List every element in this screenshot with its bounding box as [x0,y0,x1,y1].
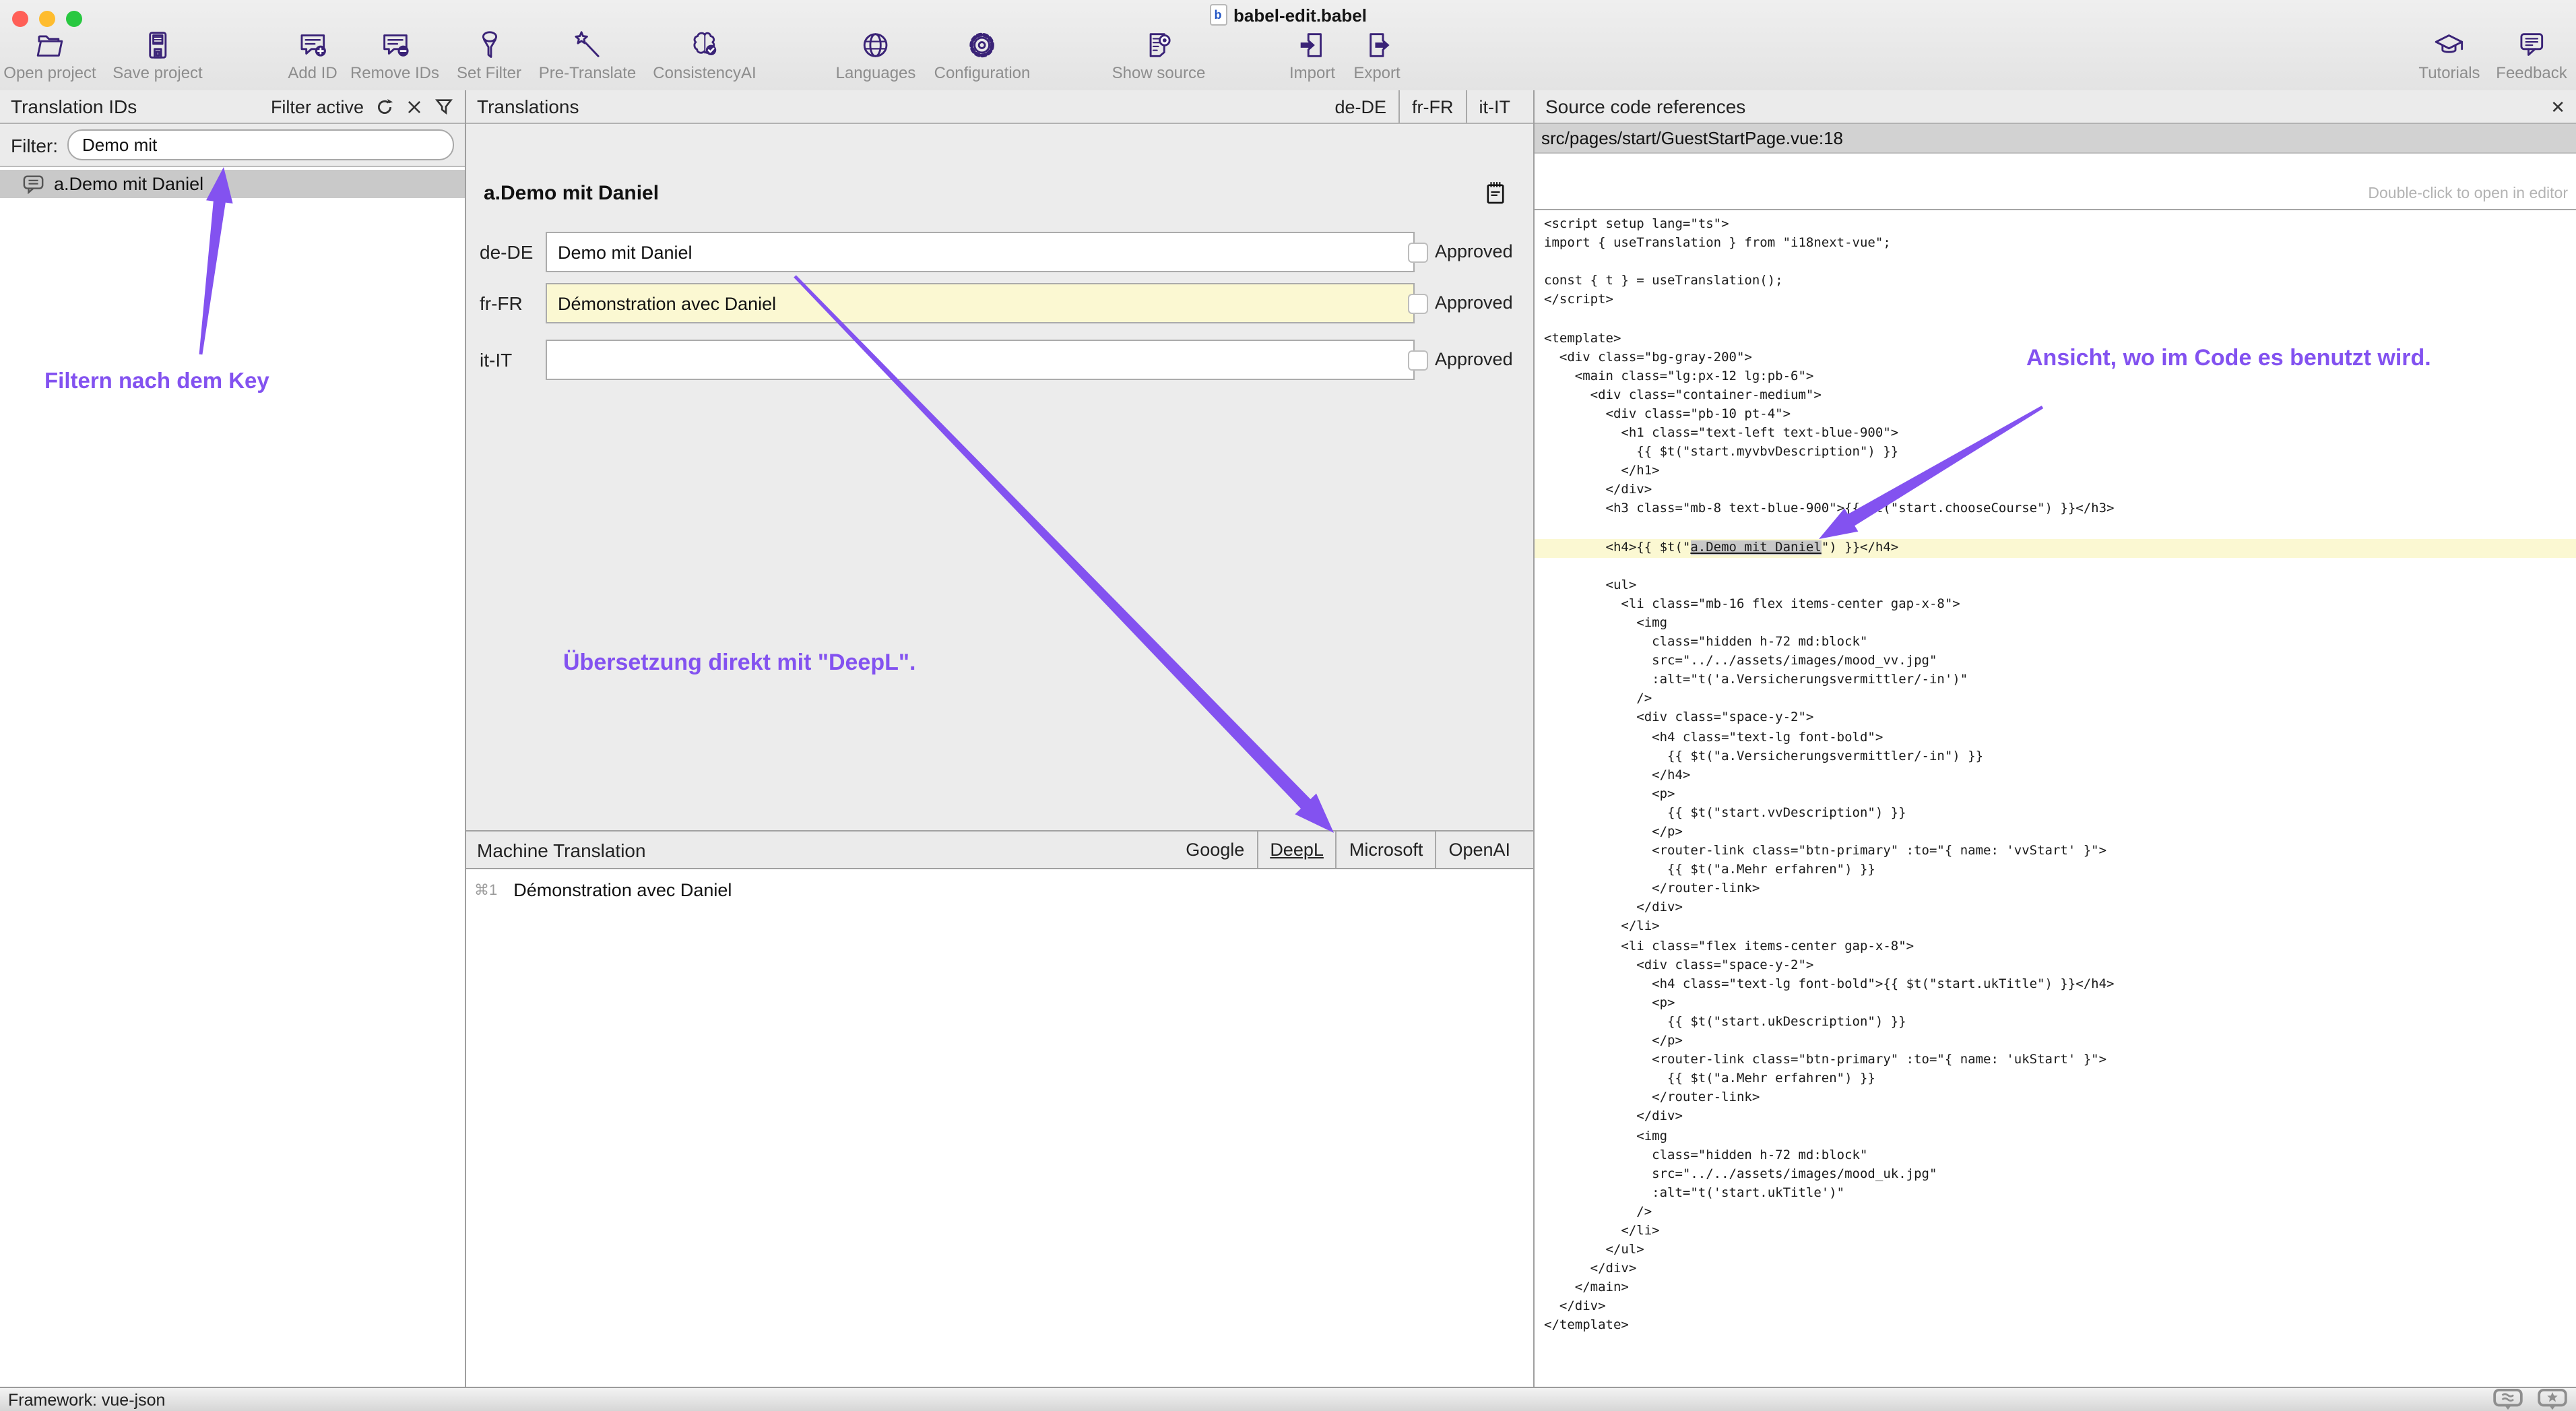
reference-list-area: Double-click to open in editor [1535,154,2576,210]
shortcut-badge: ⌘1 [474,881,497,899]
window-title: b babel-edit.babel [0,4,2576,26]
source-references-panel: Source code references ✕ src/pages/start… [1535,90,2576,1388]
mt-suggestion-row[interactable]: ⌘1 Démonstration avec Daniel [474,880,732,900]
folder-open-icon [33,28,67,62]
show-source-button[interactable]: Show source [1112,28,1206,82]
tutorials-button[interactable]: Tutorials [2418,28,2480,82]
approved-label: Approved [1435,241,1513,261]
translation-input-it-IT[interactable] [546,340,1415,380]
remove-ids-button[interactable]: Remove IDs [350,28,439,82]
translations-panel: Translations de-DE fr-FR it-IT a.Demo mi… [466,90,1535,1388]
brain-check-icon [688,28,721,62]
toolbar: b babel-edit.babel Open project Save pro… [0,0,2576,92]
pre-translate-button[interactable]: Pre-Translate [539,28,637,82]
source-code: <script setup lang="ts">import { useTran… [1535,209,2576,1388]
magic-wand-icon [571,28,604,62]
machine-translation-title: Machine Translation [477,839,646,860]
provider-tab-microsoft[interactable]: Microsoft [1336,832,1436,868]
translation-row-de-DE: de-DE Approved [466,232,1533,272]
translation-input-fr-FR[interactable] [546,283,1415,323]
provider-tab-deepl[interactable]: DeepL [1256,832,1336,868]
floppy-disk-icon [141,28,174,62]
import-icon [1295,28,1329,62]
export-button[interactable]: Export [1353,28,1400,82]
mt-suggestion-text[interactable]: Démonstration avec Daniel [513,880,732,900]
framework-status: Framework: vue-json [8,1390,165,1409]
approved-label: Approved [1435,292,1513,313]
import-button[interactable]: Import [1289,28,1335,82]
globe-icon [859,28,893,62]
provider-tab-openai[interactable]: OpenAI [1435,832,1522,868]
filter-label: Filter: [11,134,58,156]
annotation-filter-note: Filtern nach dem Key [44,369,269,395]
comment-bubble-icon [23,174,44,194]
entry-id-heading: a.Demo mit Daniel [484,182,659,205]
close-panel-icon[interactable]: ✕ [2550,98,2565,115]
language-label: it-IT [480,349,512,371]
filter-input[interactable] [67,129,454,160]
annotation-source-note: Ansicht, wo im Code es benutzt wird. [2026,345,2431,372]
bubble-minus-icon [378,28,412,62]
translations-title: Translations [477,96,579,117]
filter-active-status: Filter active [271,96,364,117]
approx-match-bubble-icon[interactable] [2492,1388,2523,1411]
babeledit-window: b babel-edit.babel Open project Save pro… [0,0,2576,1411]
document-eye-icon [1142,28,1176,62]
save-project-button[interactable]: Save project [112,28,202,82]
translation-input-de-DE[interactable] [546,232,1415,272]
provider-tab-google[interactable]: Google [1173,832,1256,868]
configuration-button[interactable]: Configuration [934,28,1031,82]
translation-row-it-IT: it-IT Approved [466,340,1533,380]
window-title-text: babel-edit.babel [1233,5,1367,25]
machine-translation-header: Machine Translation Google DeepL Microso… [466,830,1533,869]
open-in-editor-hint: Double-click to open in editor [2368,186,2568,202]
star-bubble-icon[interactable] [2537,1388,2568,1411]
approved-checkbox-fr-FR[interactable] [1408,294,1428,314]
funnel-icon [472,28,506,62]
translation-id-item[interactable]: a.Demo mit Daniel [0,170,465,198]
translation-ids-title: Translation IDs [11,96,137,117]
notepad-icon[interactable] [1486,181,1505,205]
feedback-button[interactable]: Feedback [2496,28,2567,82]
set-filter-button[interactable]: Set Filter [457,28,521,82]
filter-funnel-icon[interactable] [434,96,454,117]
feedback-bubble-icon [2515,28,2548,62]
annotation-deepl-note: Übersetzung direkt mit "DeepL". [563,650,915,677]
clear-filter-icon[interactable] [406,98,423,115]
source-references-title: Source code references [1545,96,1745,117]
language-label: de-DE [480,241,533,263]
bubble-plus-icon [296,28,329,62]
approved-checkbox-de-DE[interactable] [1408,243,1428,263]
refresh-icon[interactable] [375,96,395,117]
document-proxy-icon: b [1209,4,1227,26]
export-icon [1360,28,1394,62]
graduation-cap-icon [2433,28,2466,62]
translation-row-fr-FR: fr-FR Approved [466,283,1533,323]
machine-translation-results: ⌘1 Démonstration avec Daniel [466,869,1533,1388]
languages-button[interactable]: Languages [836,28,916,82]
translation-ids-panel: Translation IDs Filter active Filter: a.… [0,90,466,1388]
add-id-button[interactable]: Add ID [288,28,337,82]
approved-checkbox-it-IT[interactable] [1408,350,1428,371]
open-project-button[interactable]: Open project [3,28,96,82]
gear-icon [965,28,999,62]
source-reference-item[interactable]: src/pages/start/GuestStartPage.vue:18 [1535,124,2576,154]
language-tab-fr-FR[interactable]: fr-FR [1398,90,1466,123]
language-tab-de-DE[interactable]: de-DE [1322,90,1398,123]
approved-label: Approved [1435,349,1513,369]
translation-id-label: a.Demo mit Daniel [54,174,203,194]
language-tab-it-IT[interactable]: it-IT [1466,90,1523,123]
language-label: fr-FR [480,292,523,314]
consistency-ai-button[interactable]: ConsistencyAI [653,28,756,82]
status-bar: Framework: vue-json [0,1387,2576,1411]
